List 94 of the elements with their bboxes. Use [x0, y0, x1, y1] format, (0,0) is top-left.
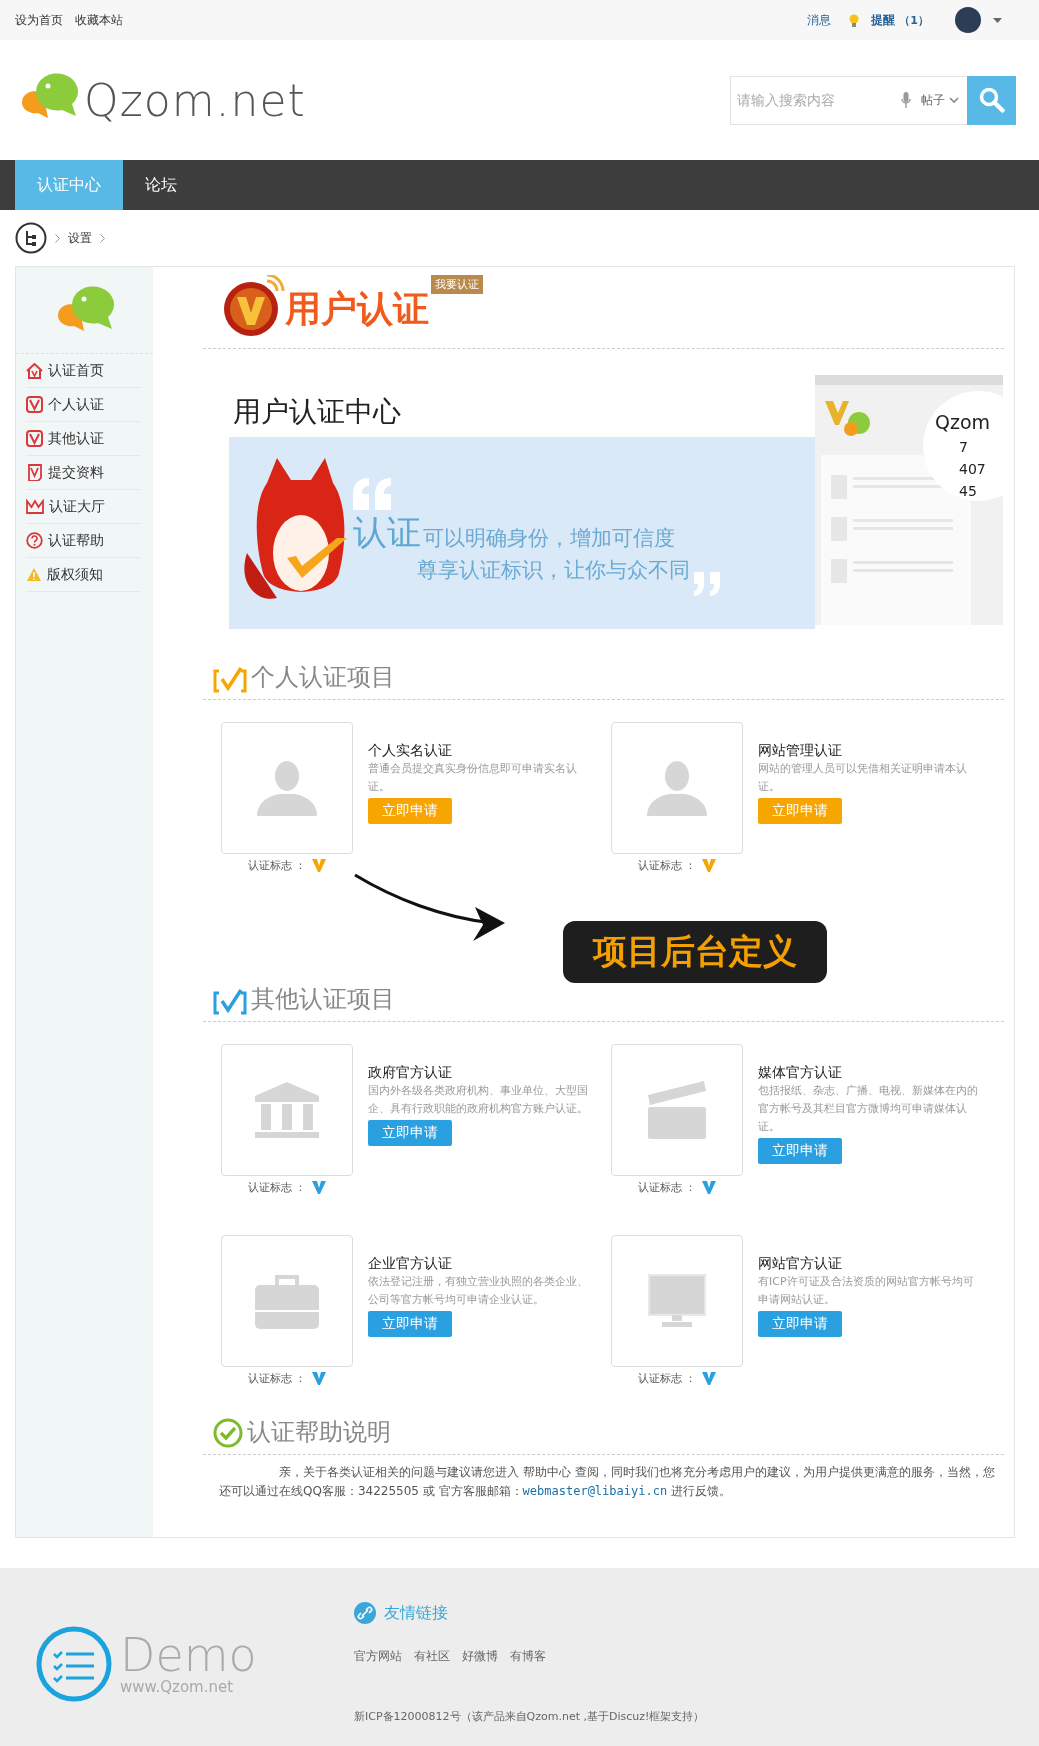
home-icon [26, 362, 43, 379]
sidebar-item[interactable]: 其他认证 [26, 422, 141, 456]
preview-stat: 7 [958, 439, 969, 455]
page-title: 用户认证 [285, 287, 429, 331]
footer-heading: 友情链接 [384, 1602, 448, 1624]
card-title: 企业官方认证 [368, 1255, 452, 1273]
callout: 项目后台定义 [563, 921, 827, 983]
reminder-count: （1） [899, 12, 929, 28]
footer-logo-url: www.Qzom.net [120, 1678, 235, 1696]
sitemap-icon[interactable] [15, 222, 47, 254]
check-circle-icon [213, 1418, 243, 1448]
mark-label: 认证标志 ： [637, 1371, 697, 1386]
mark-label: 认证标志 ： [637, 858, 697, 873]
search-field[interactable]: 请输入搜索内容 帖子 [730, 75, 1016, 125]
breadcrumb-link[interactable]: 设置 [68, 229, 92, 247]
microphone-icon[interactable] [901, 92, 911, 108]
mark-label: 认证标志 ： [637, 1180, 697, 1195]
lightbulb-icon [849, 13, 860, 27]
mark-label: 认证标志 ： [247, 1180, 307, 1195]
document-v-icon [26, 464, 43, 481]
section-title: 其他认证项目 [251, 984, 395, 1015]
email-link[interactable]: webmaster@libaiyi.cn [522, 1484, 668, 1498]
v-mark-icon [312, 1372, 327, 1385]
bracket-check-icon [213, 989, 247, 1015]
help-icon [26, 532, 43, 549]
preview-brand: Qzom [935, 411, 992, 433]
link-icon [354, 1602, 376, 1624]
chevron-icon [100, 233, 105, 243]
sidebar-item[interactable]: 版权须知 [26, 558, 141, 592]
chevron-down-icon [949, 96, 959, 104]
v-mark-icon [702, 1181, 717, 1194]
bank-icon [255, 1082, 319, 1138]
sidebar-item[interactable]: 认证首页 [26, 354, 141, 388]
sidebar-item[interactable]: 提交资料 [26, 456, 141, 490]
card-title: 媒体官方认证 [758, 1064, 842, 1082]
top-link[interactable]: 设为首页 [15, 11, 63, 29]
v-badge-icon [26, 430, 43, 447]
card-description: 有ICP许可证及合法资质的网站官方帐号均可申请网站认证。 [758, 1274, 975, 1308]
banner-heading: 用户认证中心 [233, 394, 402, 430]
banner-text: 尊享认证标识，让你与众不同 [417, 557, 690, 584]
search-icon [978, 87, 1005, 113]
person-icon [257, 760, 317, 816]
card-description: 包括报纸、杂志、广播、电视、新媒体在内的官方帐号及其栏目官方微博均可申请媒体认证。 [758, 1083, 979, 1135]
v-mark-icon [312, 1181, 327, 1194]
v-mark-icon [702, 1372, 717, 1385]
clapperboard-icon [648, 1081, 706, 1139]
preview-stat: 45 [958, 483, 978, 499]
bracket-check-icon [213, 667, 247, 693]
card-description: 普通会员提交真实身份信息即可申请实名认证。 [368, 761, 578, 795]
footer-link[interactable]: 有社区 [414, 1648, 450, 1665]
footer-link[interactable]: 有博客 [510, 1648, 546, 1665]
footer-logo-word: Demo [120, 1632, 257, 1678]
messages-link[interactable]: 消息 [807, 11, 832, 29]
footer-link[interactable]: 好微博 [462, 1648, 498, 1665]
site-logo: Qzom.net [84, 74, 306, 126]
v-mark-icon [312, 859, 327, 872]
reminder-link[interactable]: 提醒 [871, 11, 896, 29]
card-title: 网站管理认证 [758, 742, 842, 760]
sidebar-item[interactable]: 个人认证 [26, 388, 141, 422]
card-title: 政府官方认证 [368, 1064, 452, 1082]
sidebar-item[interactable]: 认证大厅 [26, 490, 141, 524]
chevron-icon [55, 233, 60, 243]
briefcase-icon [255, 1273, 319, 1329]
caret-icon[interactable] [993, 17, 1002, 23]
monitor-icon [648, 1274, 706, 1328]
card-description: 网站的管理人员可以凭借相关证明申请本认证。 [758, 761, 968, 795]
nav-tab[interactable]: 论坛 [123, 160, 199, 210]
v-emblem-icon [223, 275, 285, 337]
close-quote-icon [694, 572, 722, 596]
card-description: 依法登记注册，有独立营业执照的各类企业、公司等官方帐号均可申请企业认证。 [368, 1274, 589, 1308]
card-title: 个人实名认证 [368, 742, 452, 760]
crown-icon [26, 498, 44, 515]
checklist-logo-icon [36, 1626, 112, 1702]
mark-label: 认证标志 ： [247, 1371, 307, 1386]
section-title: 认证帮助说明 [247, 1417, 391, 1448]
icp-text: 新ICP备12000812号（该产品来自Qzom.net ,基于Discuz!框架支持） [354, 1709, 705, 1724]
mark-label: 认证标志 ： [247, 858, 307, 873]
v-badge-icon [26, 396, 43, 413]
footer-link[interactable]: 官方网站 [354, 1648, 402, 1665]
banner-text: 可以明确身份，增加可信度 [423, 525, 675, 552]
top-link[interactable]: 收藏本站 [75, 11, 123, 29]
scope-dropdown[interactable]: 帖子 [911, 91, 967, 109]
banner-highlight: 认证 [353, 511, 421, 554]
card-description: 国内外各级各类政府机构、事业单位、大型国企、具有行政职能的政府机构官方账户认证。 [368, 1083, 589, 1117]
sidebar-item[interactable]: 认证帮助 [26, 524, 141, 558]
v-mark-icon [702, 859, 717, 872]
person-icon [647, 760, 707, 816]
preview-stat: 407 [958, 461, 987, 477]
open-quote-icon [353, 478, 393, 510]
section-title: 个人认证项目 [251, 662, 395, 693]
avatar[interactable] [955, 7, 981, 33]
help-paragraph: 亲，关于各类认证相关的问题与建议请您进入 帮助中心 查阅，同时我们也将充分考虑用户的建议，为用户提供更满意的服务，当然，您还可以通过在线QQ客服：34225505 或 官方客服邮箱：webmaster@libaiyi.cn 进行反馈。 [218, 1464, 996, 1500]
card-title: 网站官方认证 [758, 1255, 842, 1273]
warning-icon [26, 567, 42, 582]
